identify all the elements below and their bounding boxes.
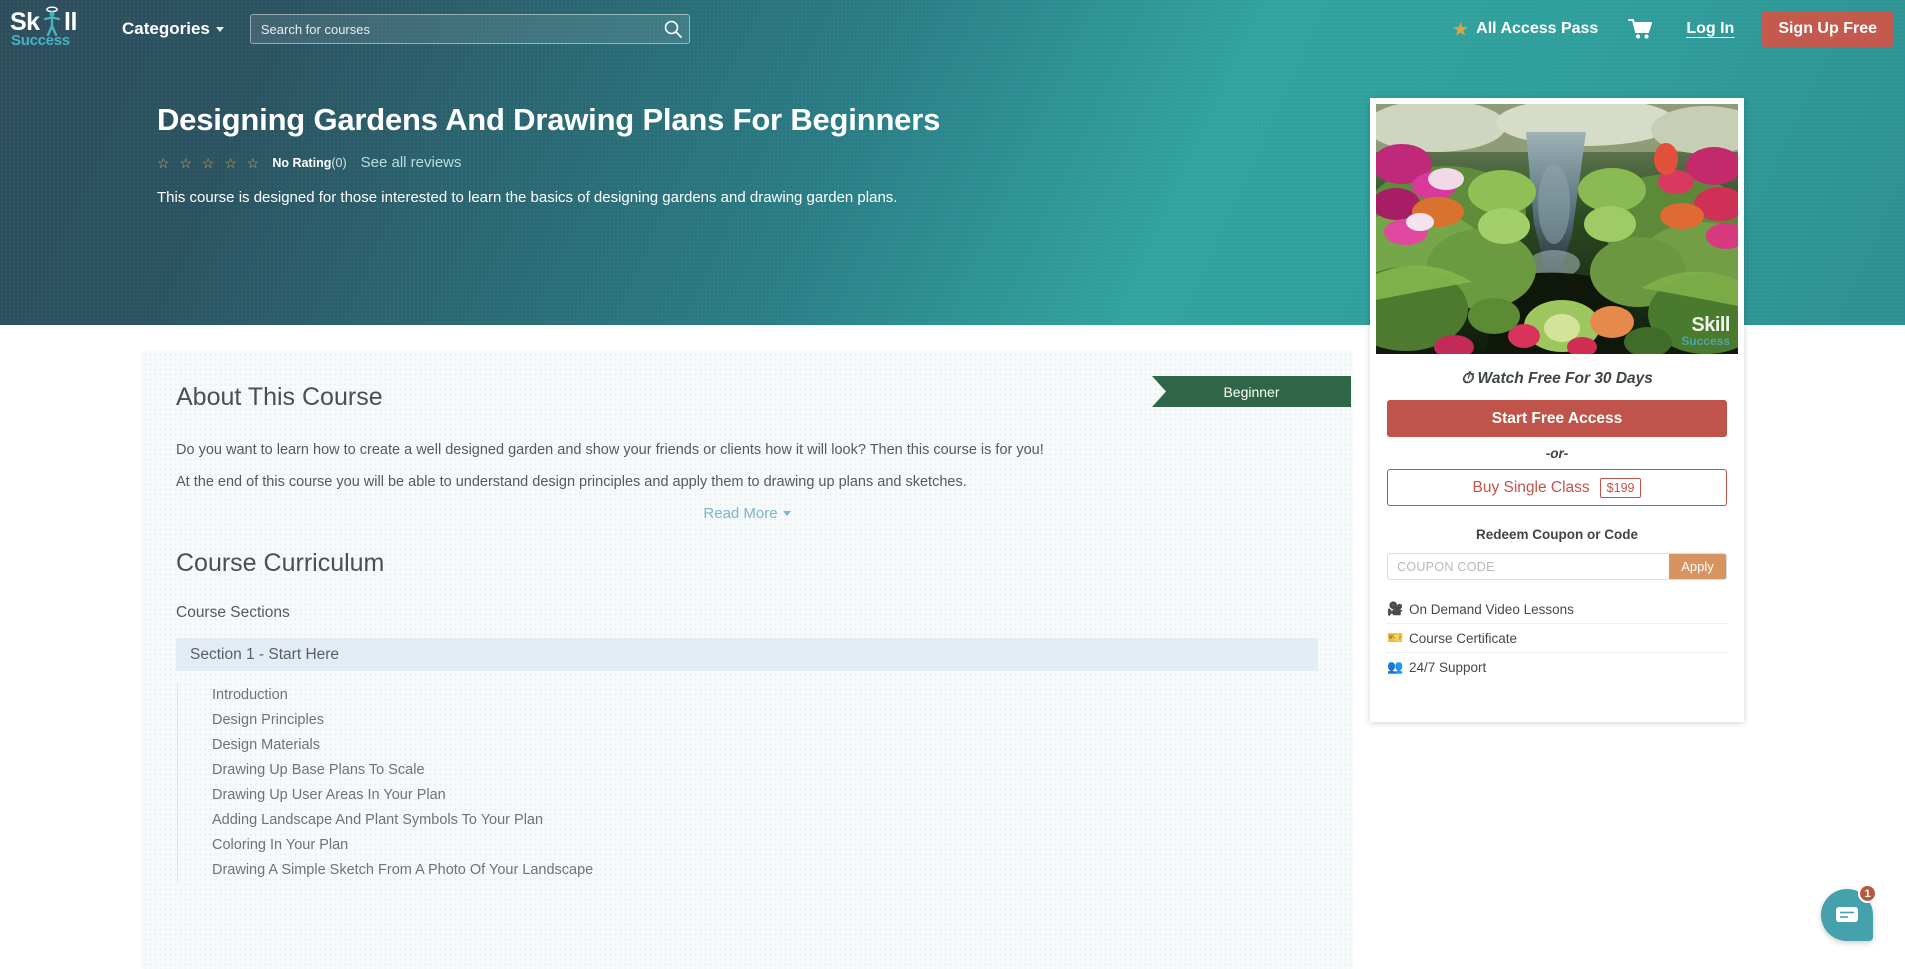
thumbnail-watermark: Skill Success xyxy=(1681,314,1730,348)
course-curriculum-heading: Course Curriculum xyxy=(176,549,385,577)
rating-label: No Rating xyxy=(272,155,332,170)
logo-text-success: Success xyxy=(11,32,70,49)
feature-label: Course Certificate xyxy=(1409,630,1518,646)
certificate-icon: 🎫 xyxy=(1387,630,1404,645)
main-content-card: Beginner About This Course Do you want t… xyxy=(143,352,1351,969)
coupon-form: Apply xyxy=(1387,553,1727,580)
buy-single-class-label: Buy Single Class xyxy=(1472,478,1590,496)
lesson-item[interactable]: Design Materials xyxy=(190,733,1318,758)
search-bar xyxy=(249,14,690,44)
video-camera-icon: 🎥 xyxy=(1387,601,1404,616)
price-badge: $199 xyxy=(1599,477,1642,498)
clock-icon: ⏱ xyxy=(1461,370,1474,387)
hero-description: This course is designed for those intere… xyxy=(157,189,898,206)
navbar-right-group: ★ All Access Pass Log In Sign Up Free xyxy=(1453,11,1905,47)
watermark-top: Skill xyxy=(1691,314,1730,336)
search-icon xyxy=(664,20,682,38)
nav-categories[interactable]: Categories xyxy=(122,19,224,39)
chat-widget[interactable]: 1 xyxy=(1821,884,1877,941)
level-badge: Beginner xyxy=(1152,376,1351,407)
watch-free-label: Watch Free For 30 Days xyxy=(1477,370,1653,387)
watermark-bottom: Success xyxy=(1681,334,1730,348)
feature-label: 24/7 Support xyxy=(1409,659,1487,675)
see-all-reviews-link[interactable]: See all reviews xyxy=(361,154,462,171)
feature-item: 🎥 On Demand Video Lessons xyxy=(1387,595,1727,624)
rating-row: ☆ ☆ ☆ ☆ ☆ No Rating (0) See all reviews xyxy=(157,154,977,171)
about-this-course-heading: About This Course xyxy=(176,383,383,411)
lesson-list: Introduction Design Principles Design Mate… xyxy=(177,683,1318,883)
chat-bubble-icon xyxy=(1836,907,1858,922)
features-list: 🎥 On Demand Video Lessons 🎫 Course Certific… xyxy=(1387,595,1727,681)
chat-unread-badge: 1 xyxy=(1858,884,1877,903)
login-link[interactable]: Log In xyxy=(1686,20,1734,38)
site-logo[interactable]: Sk ll Success xyxy=(8,5,100,53)
lesson-item[interactable]: Drawing Up User Areas In Your Plan xyxy=(190,783,1318,808)
start-free-access-button[interactable]: Start Free Access xyxy=(1387,400,1727,437)
rating-stars-icon: ☆ ☆ ☆ ☆ ☆ xyxy=(157,154,263,171)
search-input[interactable] xyxy=(249,14,690,44)
or-separator: -or- xyxy=(1545,446,1569,461)
nav-categories-label: Categories xyxy=(122,19,210,38)
section-header-row[interactable]: Section 1 - Start Here xyxy=(176,638,1318,671)
all-access-pass-link[interactable]: ★ All Access Pass xyxy=(1453,20,1598,38)
buy-single-class-button[interactable]: Buy Single Class $199 xyxy=(1387,469,1727,506)
cart-button[interactable] xyxy=(1628,18,1654,40)
about-paragraph-1: Do you want to learn how to create a wel… xyxy=(176,442,1044,458)
lesson-item[interactable]: Coloring In Your Plan xyxy=(190,833,1318,858)
chevron-down-icon xyxy=(782,511,791,516)
course-sections-label: Course Sections xyxy=(176,604,290,621)
search-button[interactable] xyxy=(662,18,684,40)
coupon-input[interactable] xyxy=(1388,554,1669,579)
feature-item: 👥 24/7 Support xyxy=(1387,653,1727,681)
lesson-item[interactable]: Adding Landscape And Plant Symbols To Yo… xyxy=(190,808,1318,833)
redeem-coupon-label: Redeem Coupon or Code xyxy=(1475,527,1638,542)
support-people-icon: 👥 xyxy=(1387,659,1404,674)
feature-label: On Demand Video Lessons xyxy=(1409,601,1574,617)
read-more-link[interactable]: Read More xyxy=(176,505,1318,522)
lesson-item[interactable]: Drawing A Simple Sketch From A Photo Of … xyxy=(190,858,1318,883)
about-paragraph-2: At the end of this course you will be ab… xyxy=(176,474,967,490)
signup-button[interactable]: Sign Up Free xyxy=(1762,11,1893,47)
lesson-item[interactable]: Drawing Up Base Plans To Scale xyxy=(190,758,1318,783)
purchase-card: Skill Success ⏱ Watch Free For 30 Days S… xyxy=(1370,98,1744,722)
feature-item: 🎫 Course Certificate xyxy=(1387,624,1727,653)
chevron-down-icon xyxy=(215,26,224,32)
course-thumbnail-wrap: Skill Success xyxy=(1370,98,1744,354)
lesson-item[interactable]: Design Principles xyxy=(190,708,1318,733)
all-access-pass-label: All Access Pass xyxy=(1476,20,1599,37)
apply-coupon-button[interactable]: Apply xyxy=(1669,554,1726,579)
page-title: Designing Gardens And Drawing Plans For … xyxy=(157,102,941,137)
hero-content: Designing Gardens And Drawing Plans For … xyxy=(157,98,977,209)
cart-icon xyxy=(1628,19,1653,39)
read-more-label: Read More xyxy=(703,505,778,522)
top-navbar: Sk ll Success Categories Search for cour… xyxy=(0,0,1905,58)
lesson-item[interactable]: Introduction xyxy=(190,683,1318,708)
course-thumbnail-image: Skill Success xyxy=(1376,104,1738,354)
rating-count: (0) xyxy=(331,155,347,170)
watch-free-heading: ⏱ Watch Free For 30 Days xyxy=(1370,370,1744,388)
star-icon: ★ xyxy=(1452,19,1469,39)
